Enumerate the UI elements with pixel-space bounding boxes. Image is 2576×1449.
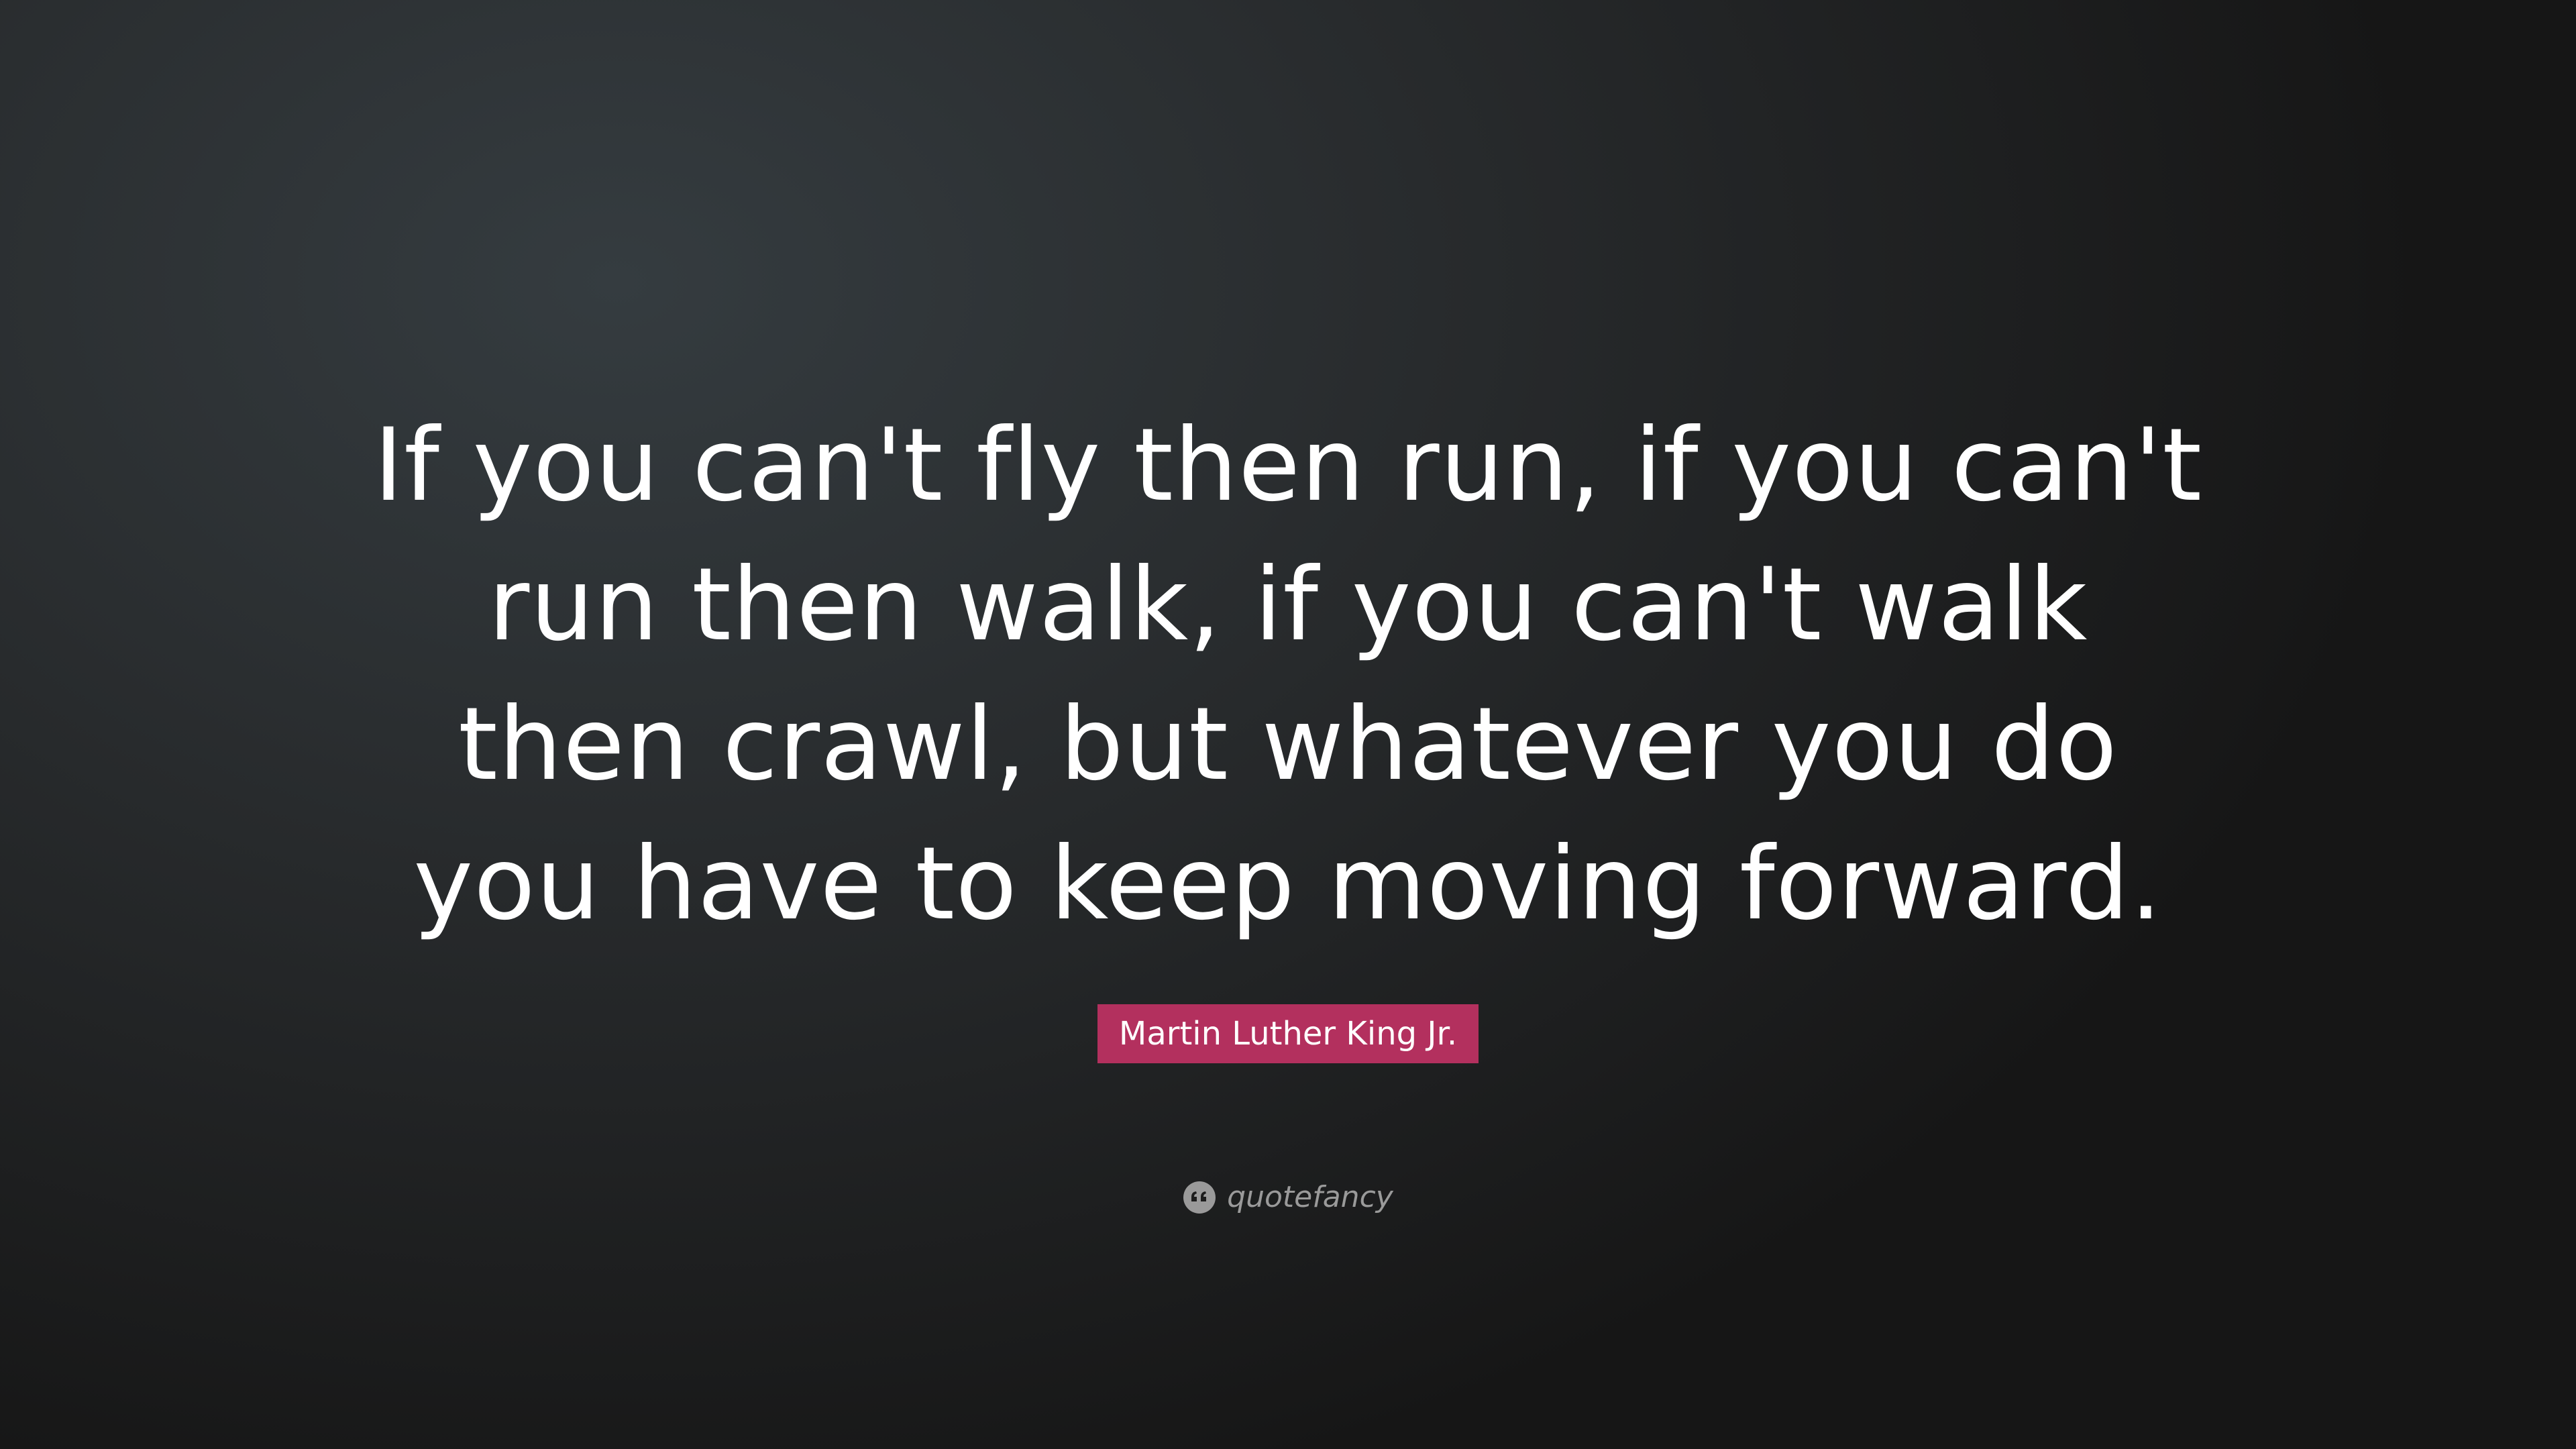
quote-text: If you can't fly then run, if you can't …	[0, 396, 2576, 954]
brand-logo[interactable]: quotefancy	[0, 1181, 2576, 1214]
quote-marks-icon	[1183, 1181, 1216, 1214]
quote-line: you have to keep moving forward.	[413, 826, 2163, 943]
quote-line: then crawl, but whatever you do	[458, 686, 2118, 803]
brand-name: quotefancy	[1227, 1180, 1393, 1214]
quote-line: If you can't fly then run, if you can't	[373, 407, 2203, 524]
author-badge[interactable]: Martin Luther King Jr.	[1097, 1004, 1479, 1063]
quote-line: run then walk, if you can't walk	[488, 547, 2088, 663]
author-container: Martin Luther King Jr.	[0, 1004, 2576, 1063]
